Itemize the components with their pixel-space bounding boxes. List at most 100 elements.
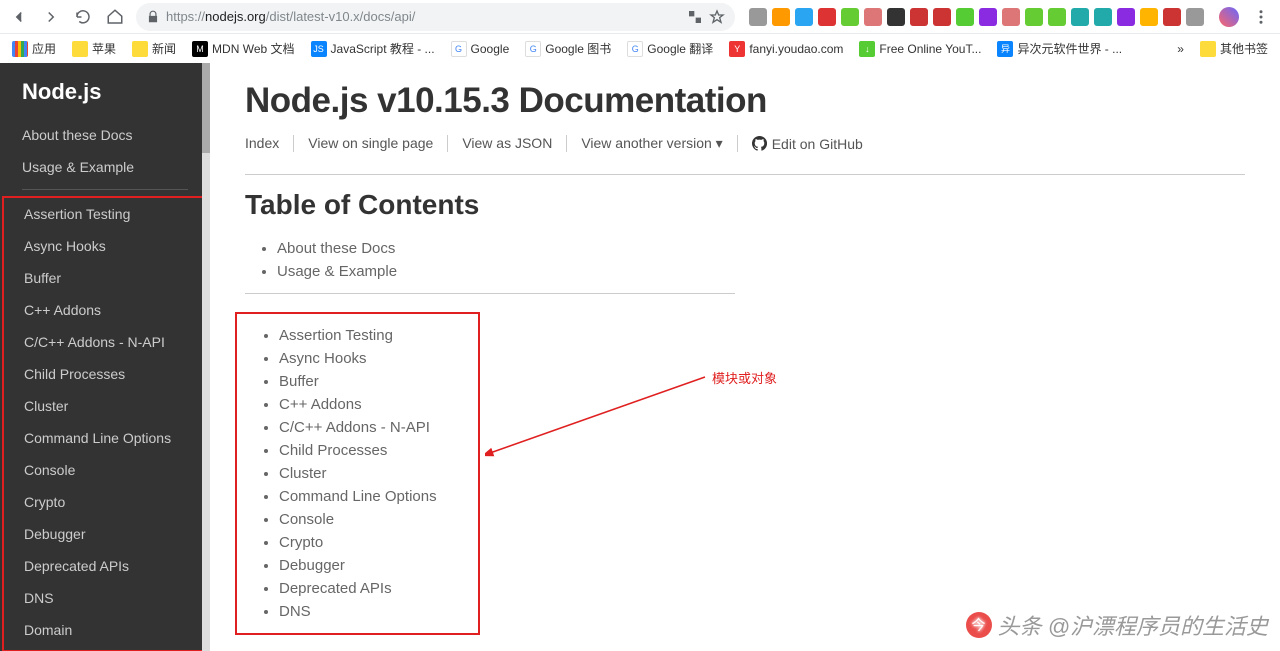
sidebar-item[interactable]: Crypto xyxy=(4,486,204,518)
github-icon xyxy=(752,136,767,151)
toc-item[interactable]: Command Line Options xyxy=(279,485,478,508)
toc-item[interactable]: Deprecated APIs xyxy=(279,577,478,600)
extension-icon[interactable] xyxy=(1002,8,1020,26)
page-title: Node.js v10.15.3 Documentation xyxy=(245,81,1245,121)
watermark-icon: 今 xyxy=(966,612,992,638)
sidebar-item[interactable]: Deprecated APIs xyxy=(4,550,204,582)
toc-item[interactable]: C/C++ Addons - N-API xyxy=(279,416,478,439)
bookmark-item[interactable]: Yfanyi.youdao.com xyxy=(723,38,849,59)
home-button[interactable] xyxy=(100,3,130,31)
sidebar-item[interactable]: C/C++ Addons - N-API xyxy=(4,326,204,358)
translate-icon[interactable] xyxy=(687,9,703,25)
toc-top-list: About these DocsUsage & Example xyxy=(245,233,735,294)
sidebar-item[interactable]: Async Hooks xyxy=(4,230,204,262)
toc-item[interactable]: Usage & Example xyxy=(277,260,735,283)
reload-button[interactable] xyxy=(68,3,98,31)
extension-icon[interactable] xyxy=(887,8,905,26)
extension-icon[interactable] xyxy=(818,8,836,26)
lock-icon xyxy=(146,10,160,24)
toc-item[interactable]: C++ Addons xyxy=(279,393,478,416)
extension-icon[interactable] xyxy=(1071,8,1089,26)
toc-item[interactable]: Cluster xyxy=(279,462,478,485)
toc-heading: Table of Contents xyxy=(245,189,1245,221)
annotation-label: 模块或对象 xyxy=(712,368,777,387)
link-edit-github[interactable]: Edit on GitHub xyxy=(738,135,877,152)
toc-item[interactable]: DNS xyxy=(279,600,478,623)
extension-icon[interactable] xyxy=(1117,8,1135,26)
bookmark-item[interactable]: 异异次元软件世界 - ... xyxy=(991,38,1128,59)
bookmark-item[interactable]: GGoogle 图书 xyxy=(519,38,617,59)
link-another-version[interactable]: View another version ▾ xyxy=(567,135,737,152)
menu-button[interactable] xyxy=(1246,3,1276,31)
extension-icon[interactable] xyxy=(772,8,790,26)
extension-icon[interactable] xyxy=(1094,8,1112,26)
sidebar-item[interactable]: Debugger xyxy=(4,518,204,550)
sidebar-divider xyxy=(22,189,188,190)
bookmark-item[interactable]: GGoogle xyxy=(445,38,516,59)
bookmarks-bar: 应用 苹果新闻MMDN Web 文档JSJavaScript 教程 - ...G… xyxy=(0,33,1280,63)
link-view-json[interactable]: View as JSON xyxy=(448,135,567,152)
sidebar-scrollbar[interactable] xyxy=(202,63,210,651)
sidebar-modules-highlight: Assertion TestingAsync HooksBufferC++ Ad… xyxy=(2,196,206,651)
sidebar-item[interactable]: About these Docs xyxy=(0,119,210,151)
sidebar-item[interactable]: C++ Addons xyxy=(4,294,204,326)
toc-item[interactable]: Buffer xyxy=(279,370,478,393)
bookmark-item[interactable]: MMDN Web 文档 xyxy=(186,38,300,59)
watermark: 今头条 @沪漂程序员的生活史 xyxy=(966,609,1268,641)
extension-icon[interactable] xyxy=(910,8,928,26)
back-button[interactable] xyxy=(4,3,34,31)
bookmark-item[interactable]: JSJavaScript 教程 - ... xyxy=(305,38,441,59)
annotation-arrow xyxy=(485,373,715,463)
extension-icon[interactable] xyxy=(841,8,859,26)
extension-icon[interactable] xyxy=(795,8,813,26)
bookmark-item[interactable]: 苹果 xyxy=(66,38,122,59)
url-text: https://nodejs.org/dist/latest-v10.x/doc… xyxy=(166,9,415,24)
extension-icon[interactable] xyxy=(1048,8,1066,26)
toc-item[interactable]: Debugger xyxy=(279,554,478,577)
sidebar: Node.js About these DocsUsage & Example … xyxy=(0,63,210,651)
toc-item[interactable]: Crypto xyxy=(279,531,478,554)
toc-item[interactable]: About these Docs xyxy=(277,237,735,260)
toc-item[interactable]: Assertion Testing xyxy=(279,324,478,347)
extension-icon[interactable] xyxy=(1186,8,1204,26)
extension-icon[interactable] xyxy=(933,8,951,26)
extension-icon[interactable] xyxy=(1140,8,1158,26)
address-bar[interactable]: https://nodejs.org/dist/latest-v10.x/doc… xyxy=(136,3,735,31)
sidebar-brand[interactable]: Node.js xyxy=(0,79,210,119)
forward-button[interactable] xyxy=(36,3,66,31)
browser-toolbar: https://nodejs.org/dist/latest-v10.x/doc… xyxy=(0,0,1280,33)
toc-modules-list: Assertion TestingAsync HooksBufferC++ Ad… xyxy=(237,324,478,623)
sidebar-item[interactable]: Child Processes xyxy=(4,358,204,390)
bookmark-item[interactable]: 新闻 xyxy=(126,38,182,59)
sidebar-item[interactable]: DNS xyxy=(4,582,204,614)
other-bookmarks[interactable]: 其他书签 xyxy=(1194,38,1274,59)
sidebar-item[interactable]: Buffer xyxy=(4,262,204,294)
main-content: Node.js v10.15.3 Documentation Index Vie… xyxy=(210,63,1280,651)
sidebar-item[interactable]: Assertion Testing xyxy=(4,198,204,230)
sidebar-item[interactable]: Command Line Options xyxy=(4,422,204,454)
extension-icon[interactable] xyxy=(864,8,882,26)
toc-item[interactable]: Async Hooks xyxy=(279,347,478,370)
toc-item[interactable]: Child Processes xyxy=(279,439,478,462)
sidebar-item[interactable]: Cluster xyxy=(4,390,204,422)
browser-chrome: https://nodejs.org/dist/latest-v10.x/doc… xyxy=(0,0,1280,63)
extension-icon[interactable] xyxy=(979,8,997,26)
sidebar-item[interactable]: Console xyxy=(4,454,204,486)
extension-icon[interactable] xyxy=(749,8,767,26)
extension-icon[interactable] xyxy=(1025,8,1043,26)
bookmark-item[interactable]: ↓Free Online YouT... xyxy=(853,38,987,59)
picker-header: Index View on single page View as JSON V… xyxy=(245,135,1245,175)
bookmark-item[interactable]: GGoogle 翻译 xyxy=(621,38,719,59)
link-index[interactable]: Index xyxy=(245,135,294,152)
link-single-page[interactable]: View on single page xyxy=(294,135,448,152)
extensions-row xyxy=(741,8,1212,26)
bookmarks-more[interactable]: » xyxy=(1171,40,1190,58)
extension-icon[interactable] xyxy=(1163,8,1181,26)
extension-icon[interactable] xyxy=(956,8,974,26)
apps-button[interactable]: 应用 xyxy=(6,38,62,59)
sidebar-item[interactable]: Usage & Example xyxy=(0,151,210,183)
star-icon[interactable] xyxy=(709,9,725,25)
sidebar-item[interactable]: Domain xyxy=(4,614,204,646)
toc-item[interactable]: Console xyxy=(279,508,478,531)
avatar-icon[interactable] xyxy=(1214,3,1244,31)
